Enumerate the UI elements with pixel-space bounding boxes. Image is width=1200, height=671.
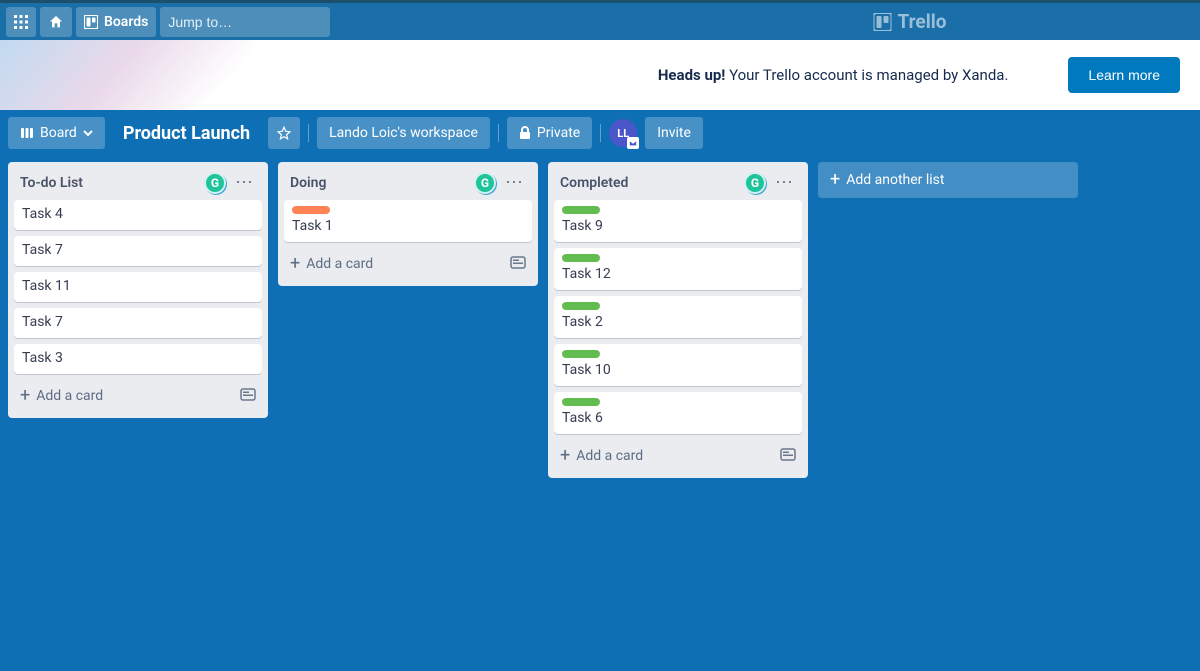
home-button[interactable] bbox=[40, 7, 72, 37]
chevron-down-icon bbox=[83, 128, 93, 138]
card-title: Task 11 bbox=[22, 278, 254, 294]
card[interactable]: Task 3 bbox=[14, 344, 262, 374]
list-header: To-do ListG ⋯ bbox=[14, 168, 262, 200]
avatar-badge-icon bbox=[627, 137, 639, 149]
card-template-button[interactable] bbox=[780, 446, 796, 466]
board-view-button[interactable]: Board bbox=[8, 117, 105, 149]
banner-msg: Your Trello account is managed by Xanda. bbox=[725, 66, 1008, 84]
plus-icon: + bbox=[290, 257, 300, 271]
boards-label: Boards bbox=[104, 14, 148, 30]
plus-icon: + bbox=[20, 389, 30, 403]
card[interactable]: Task 12 bbox=[554, 248, 802, 290]
list: DoingG ⋯ Task 1 + Add a card bbox=[278, 162, 538, 286]
list-header: DoingG ⋯ bbox=[284, 168, 532, 200]
search-input[interactable] bbox=[168, 14, 349, 30]
topbar: Boards Trello bbox=[0, 0, 1200, 40]
card[interactable]: Task 9 bbox=[554, 200, 802, 242]
board-header: Board Product Launch Lando Loic's worksp… bbox=[0, 110, 1200, 156]
search-box[interactable] bbox=[160, 7, 330, 37]
card[interactable]: Task 1 bbox=[284, 200, 532, 242]
card-label[interactable] bbox=[292, 206, 330, 214]
add-card-label: Add a card bbox=[306, 256, 373, 272]
visibility-button[interactable]: Private bbox=[507, 117, 592, 149]
card-label[interactable] bbox=[562, 254, 600, 262]
list-menu-button[interactable]: ⋯ bbox=[502, 178, 526, 188]
card-template-button[interactable] bbox=[510, 254, 526, 274]
card-label[interactable] bbox=[562, 302, 600, 310]
list-title[interactable]: Doing bbox=[290, 175, 474, 191]
board-view-label: Board bbox=[40, 125, 77, 141]
workspace-button[interactable]: Lando Loic's workspace bbox=[317, 117, 490, 149]
board-body: To-do ListG⋯Task 4Task 7Task 11Task 7Tas… bbox=[0, 156, 1200, 671]
card-title: Task 7 bbox=[22, 242, 254, 258]
separator bbox=[600, 124, 601, 142]
card[interactable]: Task 4 bbox=[14, 200, 262, 230]
card-title: Task 4 bbox=[22, 206, 254, 222]
apps-icon bbox=[14, 15, 28, 29]
card-template-button[interactable] bbox=[240, 386, 256, 406]
card-title: Task 9 bbox=[562, 218, 794, 234]
card[interactable]: Task 7 bbox=[14, 308, 262, 338]
list-menu-button[interactable]: ⋯ bbox=[772, 178, 796, 188]
card-title: Task 12 bbox=[562, 266, 794, 282]
lock-icon bbox=[519, 126, 531, 140]
card-label[interactable] bbox=[562, 206, 600, 214]
avatar[interactable]: LL bbox=[609, 119, 637, 147]
grammarly-icon[interactable]: G bbox=[744, 172, 766, 194]
add-list-button[interactable]: + Add another list bbox=[818, 162, 1078, 198]
board-icon bbox=[84, 15, 98, 29]
add-card-label: Add a card bbox=[576, 448, 643, 464]
board-view-icon bbox=[20, 126, 34, 140]
add-list-label: Add another list bbox=[846, 172, 944, 188]
banner-bold: Heads up! bbox=[658, 66, 726, 84]
list-title[interactable]: To-do List bbox=[20, 175, 204, 191]
banner: Heads up! Your Trello account is managed… bbox=[0, 40, 1200, 110]
card[interactable]: Task 11 bbox=[14, 272, 262, 302]
list: To-do ListG ⋯ Task 4 Task 7 Task 11 Task 7 Tas… bbox=[8, 162, 268, 418]
invite-button[interactable]: Invite bbox=[645, 117, 703, 149]
card-title: Task 10 bbox=[562, 362, 794, 378]
learn-more-button[interactable]: Learn more bbox=[1068, 57, 1180, 93]
card[interactable]: Task 6 bbox=[554, 392, 802, 434]
apps-button[interactable] bbox=[6, 7, 36, 37]
list: CompletedG ⋯ Task 9 Task 12 Task 2 Task 10 Tas… bbox=[548, 162, 808, 478]
star-button[interactable] bbox=[268, 117, 300, 149]
grammarly-icon[interactable]: G bbox=[474, 172, 496, 194]
brand-logo[interactable]: Trello bbox=[874, 3, 947, 40]
card[interactable]: Task 7 bbox=[14, 236, 262, 266]
boards-button[interactable]: Boards bbox=[76, 7, 156, 37]
brand-text: Trello bbox=[898, 10, 947, 33]
card-title: Task 3 bbox=[22, 350, 254, 366]
separator bbox=[498, 124, 499, 142]
card-label[interactable] bbox=[562, 350, 600, 358]
plus-icon: + bbox=[830, 173, 840, 187]
card-title: Task 7 bbox=[22, 314, 254, 330]
add-card-label: Add a card bbox=[36, 388, 103, 404]
card-title: Task 6 bbox=[562, 410, 794, 426]
separator bbox=[308, 124, 309, 142]
plus-icon: + bbox=[560, 449, 570, 463]
card-title: Task 1 bbox=[292, 218, 524, 234]
card[interactable]: Task 2 bbox=[554, 296, 802, 338]
trello-icon bbox=[874, 13, 892, 31]
card[interactable]: Task 10 bbox=[554, 344, 802, 386]
card-title: Task 2 bbox=[562, 314, 794, 330]
home-icon bbox=[48, 14, 64, 30]
list-title[interactable]: Completed bbox=[560, 175, 744, 191]
visibility-label: Private bbox=[537, 125, 580, 141]
add-card-button[interactable]: + Add a card bbox=[284, 248, 532, 280]
add-card-button[interactable]: + Add a card bbox=[14, 380, 262, 412]
list-header: CompletedG ⋯ bbox=[554, 168, 802, 200]
banner-text: Heads up! Your Trello account is managed… bbox=[658, 66, 1009, 84]
board-name[interactable]: Product Launch bbox=[113, 117, 260, 149]
add-card-button[interactable]: + Add a card bbox=[554, 440, 802, 472]
card-label[interactable] bbox=[562, 398, 600, 406]
star-icon bbox=[277, 126, 291, 140]
list-menu-button[interactable]: ⋯ bbox=[232, 178, 256, 188]
grammarly-icon[interactable]: G bbox=[204, 172, 226, 194]
